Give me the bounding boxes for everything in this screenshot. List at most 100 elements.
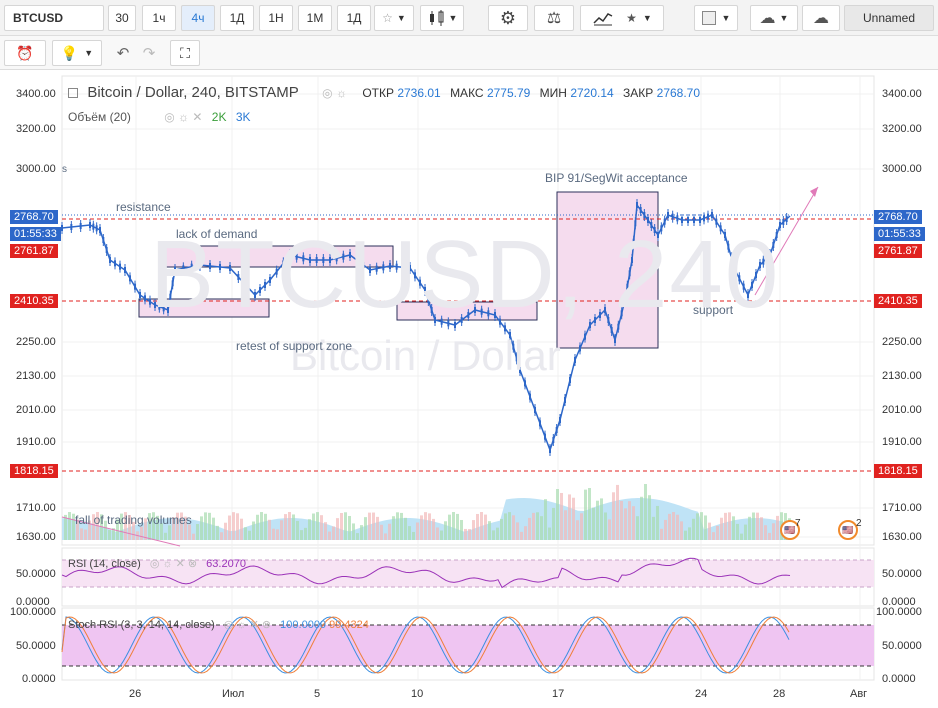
volume-controls[interactable]: ◎ ☼ ✕ bbox=[164, 110, 202, 124]
close-label: ЗАКР bbox=[623, 86, 654, 100]
volume-bar bbox=[264, 513, 267, 540]
load-cloud-button[interactable]: ☁ ▼ bbox=[750, 5, 798, 31]
candle-body bbox=[614, 337, 616, 343]
stoch-tick: 50.0000 bbox=[882, 640, 922, 652]
volume-bar bbox=[608, 519, 611, 540]
annotation-support[interactable]: support bbox=[693, 303, 733, 317]
volume-bar bbox=[576, 520, 579, 540]
chart-type-button[interactable]: ▼ bbox=[420, 5, 464, 31]
candle-body bbox=[524, 380, 526, 387]
volume-bar bbox=[544, 499, 547, 540]
volume-bar bbox=[528, 517, 531, 540]
time-tick: 5 bbox=[314, 688, 321, 700]
legend-controls[interactable]: ◎ ☼ bbox=[322, 86, 347, 100]
annotation-retest[interactable]: retest of support zone bbox=[236, 339, 352, 353]
indicators-button[interactable]: ★ ▼ bbox=[580, 5, 664, 31]
stoch-label: Stoch RSI (3, 3, 14, 14, close) bbox=[68, 619, 215, 631]
volume-bar bbox=[692, 518, 695, 540]
volume-bar bbox=[568, 494, 571, 540]
time-tick: 24 bbox=[695, 688, 708, 700]
volume-bar bbox=[68, 512, 71, 540]
volume-bar bbox=[212, 517, 215, 540]
volume-bar bbox=[656, 505, 659, 540]
volume-bar bbox=[64, 514, 67, 540]
volume-bar bbox=[584, 489, 587, 540]
price-chart[interactable] bbox=[0, 70, 938, 708]
redo-icon: ↷ bbox=[142, 45, 156, 62]
interval-1h[interactable]: 1ч bbox=[142, 5, 176, 31]
volume-bar bbox=[684, 530, 687, 540]
lightbulb-icon: 💡 bbox=[60, 44, 79, 61]
annotation-volumes[interactable]: fall of trading volumes bbox=[75, 513, 192, 527]
volume-bar bbox=[164, 532, 167, 540]
volume-bar bbox=[404, 517, 407, 540]
rsi-controls[interactable]: ◎ ☼ ✕ ⊗ bbox=[150, 558, 197, 570]
undo-button[interactable]: ↶ bbox=[110, 40, 136, 66]
price-tick: 2010.00 bbox=[16, 404, 56, 416]
volume-bar bbox=[376, 516, 379, 540]
volume-bar bbox=[512, 515, 515, 540]
candle-body bbox=[89, 222, 91, 228]
volume-bar bbox=[504, 513, 507, 540]
time-tick: 10 bbox=[411, 688, 424, 700]
redo-button[interactable]: ↷ bbox=[136, 40, 162, 66]
interval-1w[interactable]: 1Н bbox=[259, 5, 293, 31]
volume-bar bbox=[668, 513, 671, 540]
collapse-icon[interactable] bbox=[68, 88, 78, 98]
event-badge-count: 2 bbox=[856, 518, 862, 529]
symbol-legend: Bitcoin / Dollar, 240, BITSTAMP ◎ ☼ ОТКР… bbox=[68, 84, 700, 101]
stoch-tick: 0.0000 bbox=[882, 673, 916, 685]
symbol-search[interactable]: BTCUSD bbox=[4, 5, 104, 31]
volume-bar bbox=[208, 512, 211, 540]
candle-body bbox=[144, 295, 146, 302]
candle-body bbox=[711, 212, 713, 218]
time-tick: 26 bbox=[129, 688, 142, 700]
undo-icon: ↶ bbox=[116, 45, 130, 62]
interval-1d[interactable]: 1Д bbox=[220, 5, 254, 31]
alert-button[interactable]: ⏰ bbox=[4, 40, 46, 66]
level-tag-left: 2761.87 bbox=[10, 244, 58, 258]
fullscreen-button[interactable]: ⛶ bbox=[170, 40, 200, 66]
candle-body bbox=[529, 393, 531, 400]
volume-bar bbox=[244, 527, 247, 540]
interval-1m[interactable]: 1М bbox=[298, 5, 332, 31]
interval-custom[interactable]: 1Д bbox=[337, 5, 371, 31]
interval-dropdown[interactable]: ☆ ▼ bbox=[374, 5, 414, 31]
interval-30[interactable]: 30 bbox=[108, 5, 136, 31]
color-picker-button[interactable]: ▼ bbox=[694, 5, 738, 31]
volume-bar bbox=[652, 516, 655, 540]
event-badge[interactable]: 🇺🇸 bbox=[838, 520, 858, 540]
layout-name: Unnamed bbox=[862, 11, 916, 25]
volume-bar bbox=[428, 513, 431, 540]
interval-label: 1М bbox=[306, 11, 324, 25]
stoch-tick: 0.0000 bbox=[22, 673, 56, 685]
volume-bar bbox=[400, 512, 403, 540]
volume-bar bbox=[756, 512, 759, 540]
chart-area[interactable]: BTCUSD, 240 Bitcoin / Dollar Bitcoin / D… bbox=[0, 70, 938, 708]
volume-bar bbox=[776, 515, 779, 540]
candle-body bbox=[129, 275, 131, 282]
volume-bar bbox=[624, 508, 627, 540]
countdown-tag-left: 01:55:33 bbox=[10, 227, 61, 241]
annotation-lack-of-demand[interactable]: lack of demand bbox=[176, 227, 257, 241]
price-tick: 3400.00 bbox=[16, 88, 56, 100]
compare-button[interactable]: ⚖ bbox=[534, 5, 574, 31]
stoch-controls[interactable]: ◎ ☼ ✕ ⊗ bbox=[224, 619, 271, 631]
volume-bar bbox=[192, 533, 195, 540]
candle-body bbox=[782, 219, 785, 225]
annotation-resistance[interactable]: resistance bbox=[116, 200, 171, 214]
layout-name-button[interactable]: Unnamed bbox=[844, 5, 934, 31]
theme-button[interactable]: 💡 ▼ bbox=[52, 40, 102, 66]
interval-label: 4ч bbox=[191, 11, 205, 25]
volume-bar bbox=[200, 516, 203, 540]
save-cloud-button[interactable]: ☁ bbox=[802, 5, 840, 31]
annotation-bip91[interactable]: BIP 91/SegWit acceptance bbox=[545, 171, 688, 185]
candle-body bbox=[639, 207, 642, 213]
interval-4h[interactable]: 4ч bbox=[181, 5, 215, 31]
candle-body bbox=[549, 447, 551, 453]
chevron-down-icon: ▼ bbox=[721, 13, 731, 23]
volume-bar bbox=[280, 520, 283, 540]
price-tick: 3200.00 bbox=[16, 123, 56, 135]
settings-button[interactable]: ⚙ bbox=[488, 5, 528, 31]
volume-bar bbox=[464, 528, 467, 540]
